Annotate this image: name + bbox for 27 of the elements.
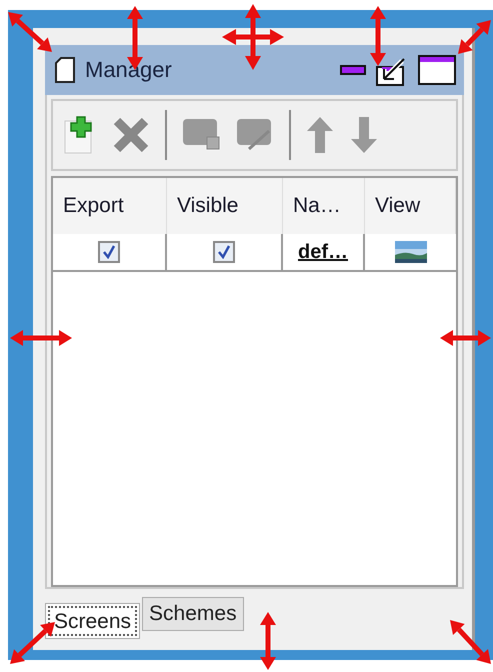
- tab[interactable]: Screens: [45, 603, 140, 639]
- checkmark-icon: [102, 245, 116, 259]
- move-arrow-icon: [222, 4, 284, 70]
- resize-arrow-icon: [450, 620, 491, 664]
- resize-arrow-icon: [458, 20, 491, 54]
- checkbox[interactable]: [213, 241, 235, 263]
- move-down-icon[interactable]: [349, 115, 379, 155]
- window-title: Manager: [85, 57, 173, 83]
- column-header[interactable]: View: [365, 178, 456, 234]
- document-icon: [55, 57, 75, 83]
- resize-arrow-icon: [370, 6, 386, 66]
- column-header[interactable]: Export: [53, 178, 167, 234]
- tab[interactable]: Schemes: [142, 597, 244, 631]
- name-link[interactable]: def…: [298, 240, 348, 264]
- checkmark-icon: [217, 245, 231, 259]
- resize-arrow-icon: [10, 622, 55, 664]
- minimize-icon[interactable]: [340, 65, 366, 75]
- column-header[interactable]: Visible: [167, 178, 283, 234]
- delete-icon[interactable]: [111, 115, 151, 155]
- resize-arrow-icon: [260, 612, 276, 670]
- column-header[interactable]: Na…: [283, 178, 365, 234]
- maximize-icon[interactable]: [418, 55, 456, 85]
- move-up-icon[interactable]: [305, 115, 335, 155]
- resize-arrow-icon: [8, 12, 52, 52]
- resize-arrow-icon: [10, 330, 72, 346]
- checkbox[interactable]: [98, 241, 120, 263]
- resize-arrow-icon: [440, 330, 491, 346]
